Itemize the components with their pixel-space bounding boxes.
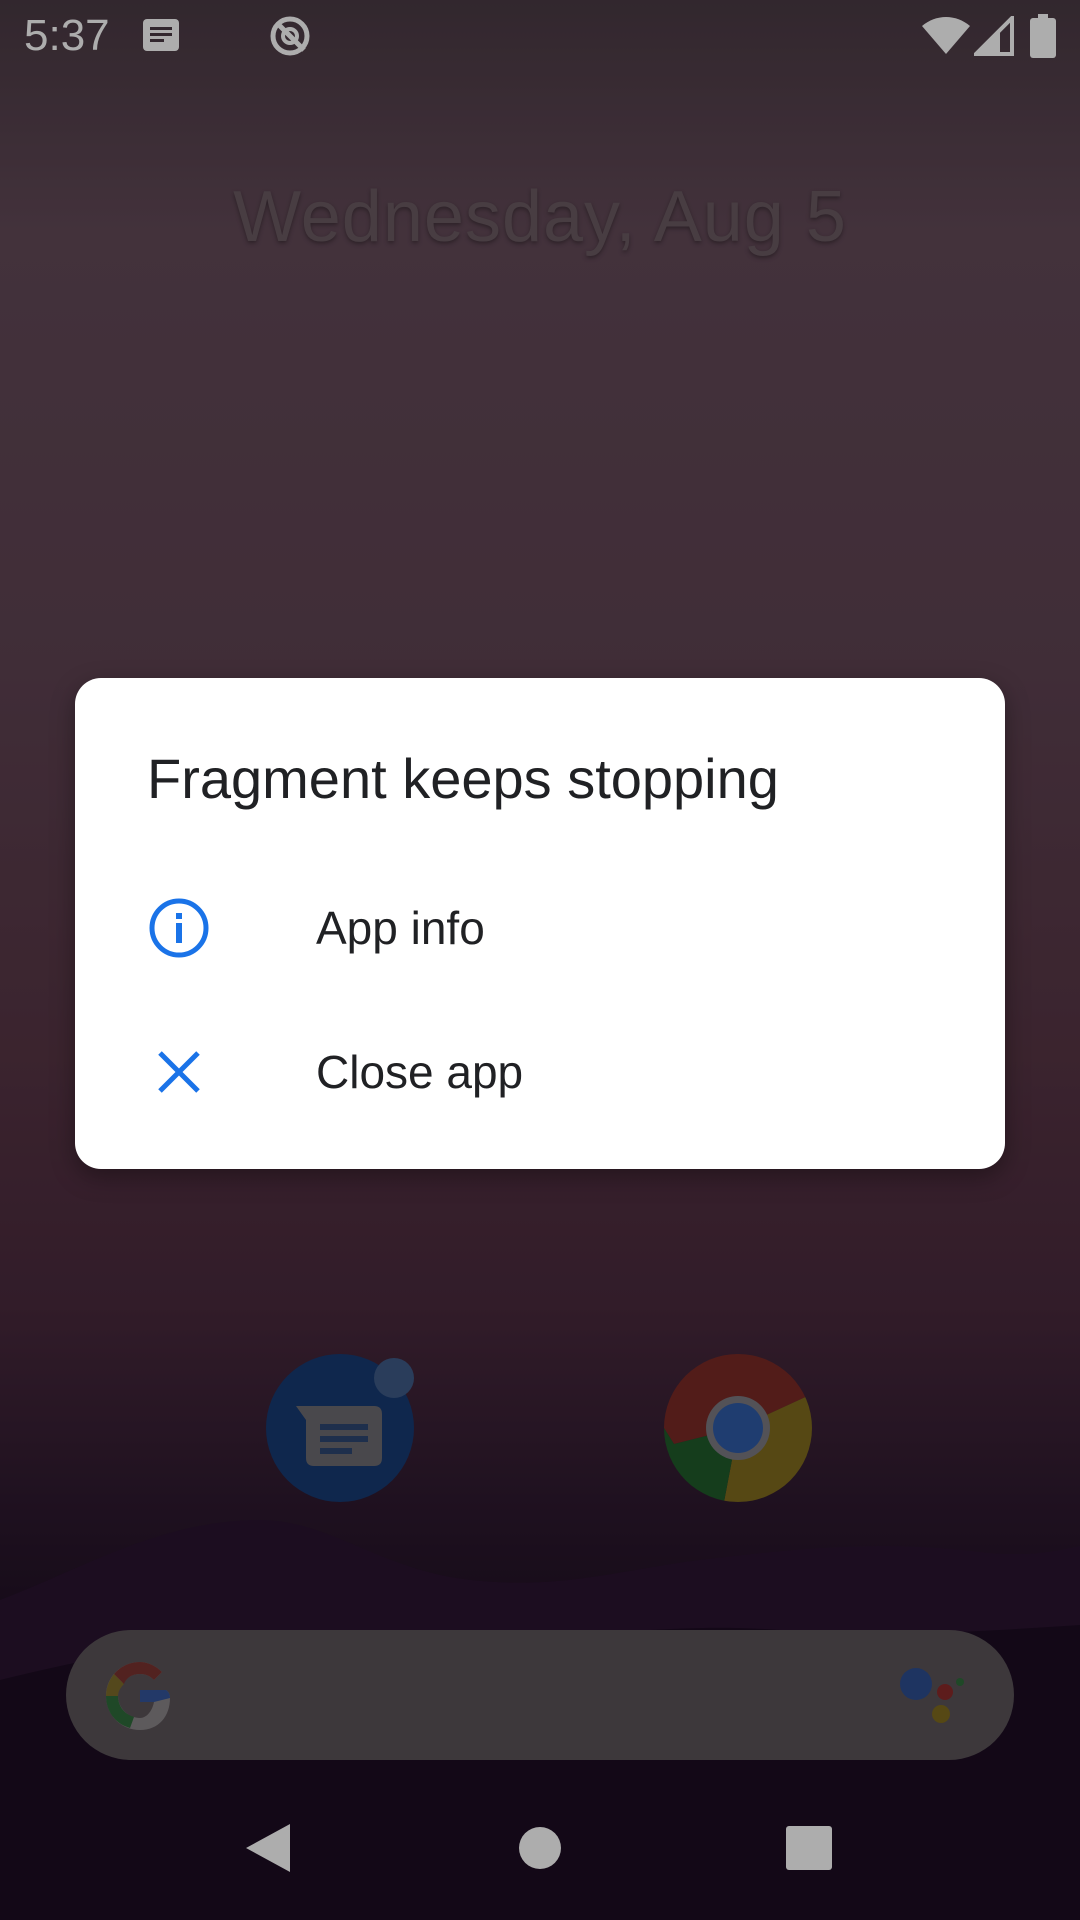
home-screen: 5:37 Wednesday, Aug 5 Fragment keeps sto… (0, 0, 1080, 1920)
app-info-option[interactable]: App info (75, 858, 1005, 998)
dialog-title: Fragment keeps stopping (147, 747, 779, 810)
close-app-option[interactable]: Close app (75, 1002, 1005, 1142)
close-icon (158, 1051, 200, 1093)
app-info-label: App info (316, 902, 485, 954)
close-app-label: Close app (316, 1046, 524, 1098)
app-crash-dialog: Fragment keeps stopping App info Close a… (75, 678, 1005, 1169)
info-icon (149, 898, 209, 958)
